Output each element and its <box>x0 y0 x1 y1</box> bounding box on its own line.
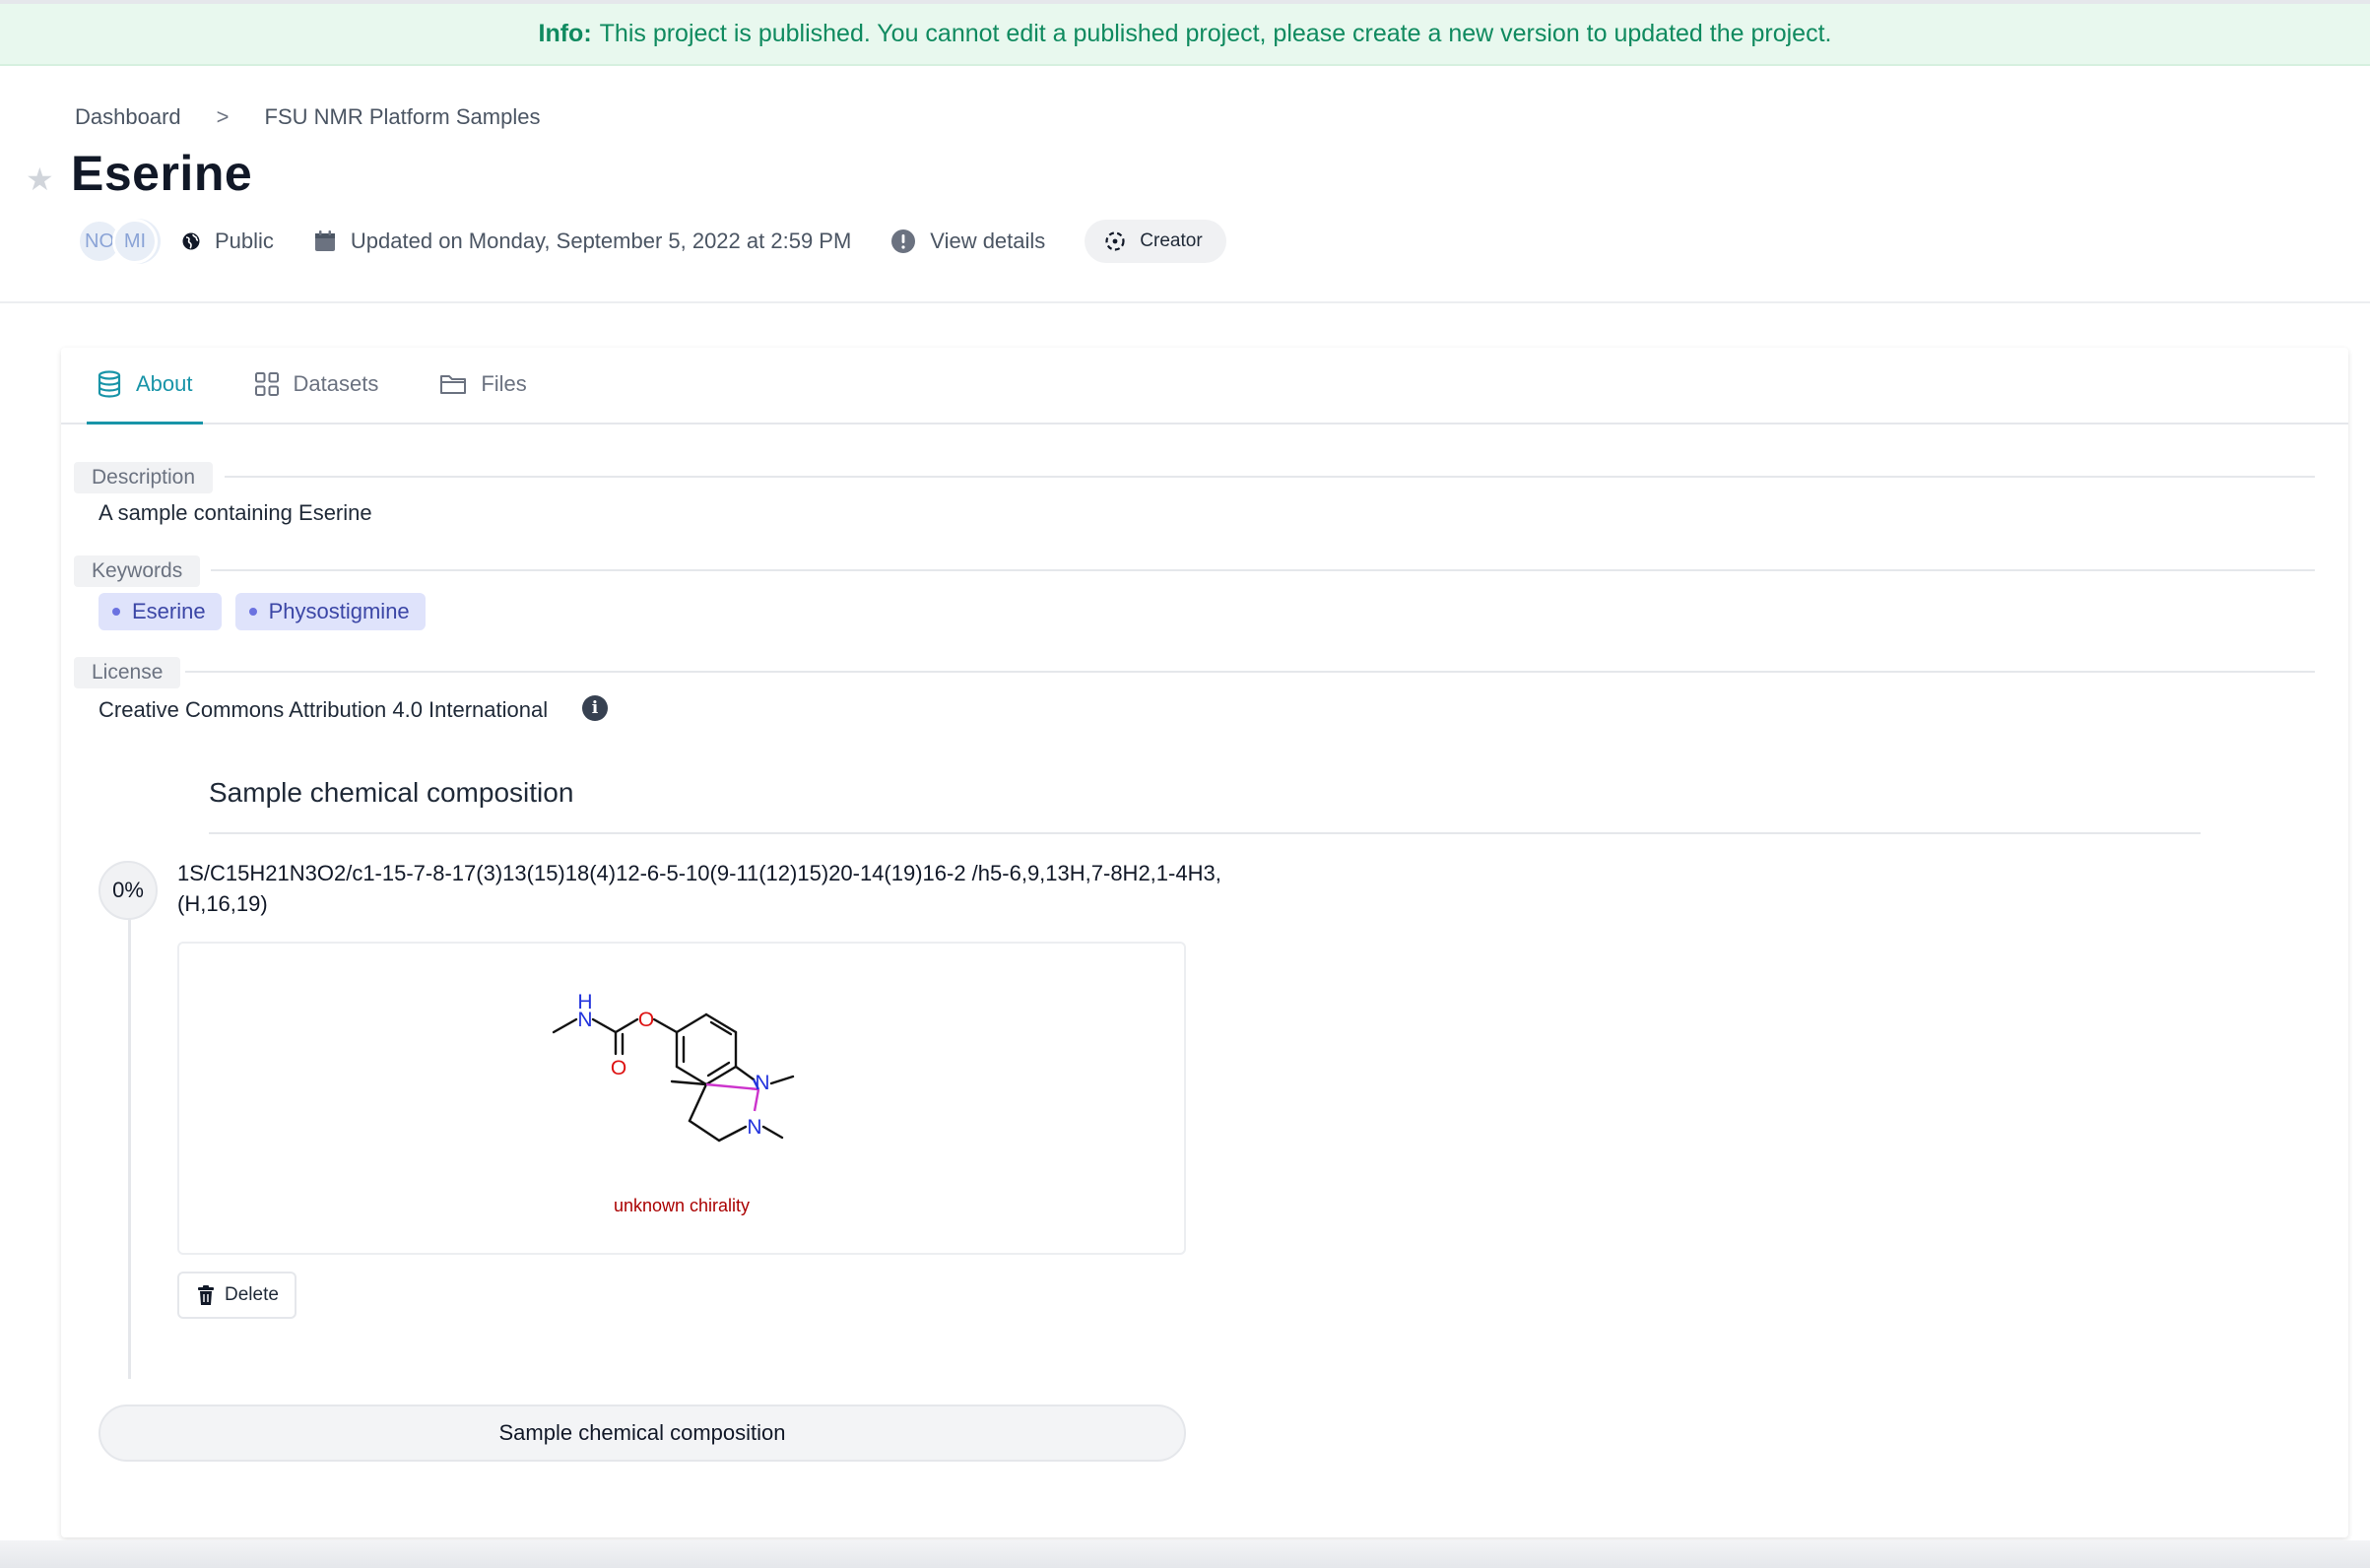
keyword-list: Eserine Physostigmine <box>99 593 439 630</box>
visibility-label: Public <box>215 229 274 253</box>
header-divider <box>0 301 2370 303</box>
tab-label: About <box>136 371 193 396</box>
page-title: Eserine <box>71 146 253 201</box>
molecule-structure: H N O O N N unknown chirality <box>552 991 795 1215</box>
breadcrumb-dashboard-link[interactable]: Dashboard <box>75 104 181 130</box>
license-divider <box>185 671 2315 673</box>
description-label: Description <box>74 462 214 493</box>
keyword-label: Physostigmine <box>268 599 410 623</box>
visibility: Public <box>181 229 274 254</box>
percentage-badge: 0% <box>99 861 158 920</box>
inchi-string: 1S/C15H21N3O2/c1-15-7-8-17(3)13(15)18(4)… <box>177 861 1221 916</box>
tab-label: Files <box>481 371 527 396</box>
project-meta: NO MI Public Updated on Monday, Septembe… <box>77 217 1226 266</box>
oxygen-label: O <box>638 1009 654 1031</box>
info-message: This project is published. You cannot ed… <box>599 20 1832 47</box>
project-card: About Datasets Files Description A sampl… <box>61 348 2348 1537</box>
keyword-tag: Physostigmine <box>234 593 426 630</box>
delete-label: Delete <box>225 1284 279 1305</box>
add-composition-button[interactable]: Sample chemical composition <box>99 1405 1186 1462</box>
structure-viewer: H N O O N N unknown chirality <box>177 942 1186 1255</box>
timeline-line <box>128 916 131 1379</box>
bullet-icon <box>112 608 120 616</box>
breadcrumb-separator: > <box>216 104 230 129</box>
grid-icon <box>254 371 280 397</box>
composition-divider <box>209 832 2201 834</box>
description-divider <box>225 476 2315 478</box>
role-chip: Creator <box>1085 220 1226 263</box>
delete-button[interactable]: Delete <box>177 1272 296 1319</box>
nitrogen-label: N <box>747 1116 761 1139</box>
nitrogen-label: N <box>755 1072 769 1094</box>
info-banner: Info: This project is published. You can… <box>0 0 2370 66</box>
tab-datasets[interactable]: Datasets <box>244 346 389 423</box>
info-label: Info: <box>538 20 592 47</box>
exclamation-circle-icon <box>890 229 916 254</box>
breadcrumb-project-link[interactable]: FSU NMR Platform Samples <box>265 104 541 130</box>
updated-label: Updated on Monday, September 5, 2022 at … <box>350 229 852 253</box>
description-text: A sample containing Eserine <box>99 500 372 525</box>
page-bottom-edge <box>0 1540 2370 1568</box>
calendar-icon <box>313 229 337 253</box>
avatar-group[interactable]: NO MI <box>77 219 158 264</box>
tab-about[interactable]: About <box>87 346 203 425</box>
trash-icon <box>197 1285 215 1305</box>
tab-bar: About Datasets Files <box>61 348 2348 425</box>
star-icon[interactable]: ★ <box>26 161 54 198</box>
role-label: Creator <box>1140 230 1203 251</box>
info-icon[interactable]: i <box>582 695 608 721</box>
creator-icon <box>1104 230 1126 252</box>
keyword-tag: Eserine <box>99 593 222 630</box>
tab-label: Datasets <box>293 371 379 396</box>
keyword-label: Eserine <box>132 599 206 623</box>
folder-icon <box>439 372 467 396</box>
license-text: Creative Commons Attribution 4.0 Interna… <box>99 697 549 722</box>
tab-files[interactable]: Files <box>429 346 536 423</box>
license-label: License <box>74 657 181 688</box>
view-details-label[interactable]: View details <box>930 229 1045 254</box>
avatar[interactable]: MI <box>112 219 158 264</box>
keywords-divider <box>211 569 2315 571</box>
globe-icon <box>181 231 201 251</box>
nitrogen-label: N <box>577 1009 592 1031</box>
updated-date: Updated on Monday, September 5, 2022 at … <box>313 229 851 254</box>
view-details-link[interactable]: View details <box>890 229 1045 254</box>
keywords-label: Keywords <box>74 555 201 587</box>
oxygen-label: O <box>611 1057 626 1079</box>
bullet-icon <box>248 608 257 616</box>
database-icon <box>97 370 122 398</box>
breadcrumb: Dashboard > FSU NMR Platform Samples <box>75 104 540 130</box>
composition-title: Sample chemical composition <box>209 777 574 808</box>
chirality-note: unknown chirality <box>614 1196 750 1215</box>
